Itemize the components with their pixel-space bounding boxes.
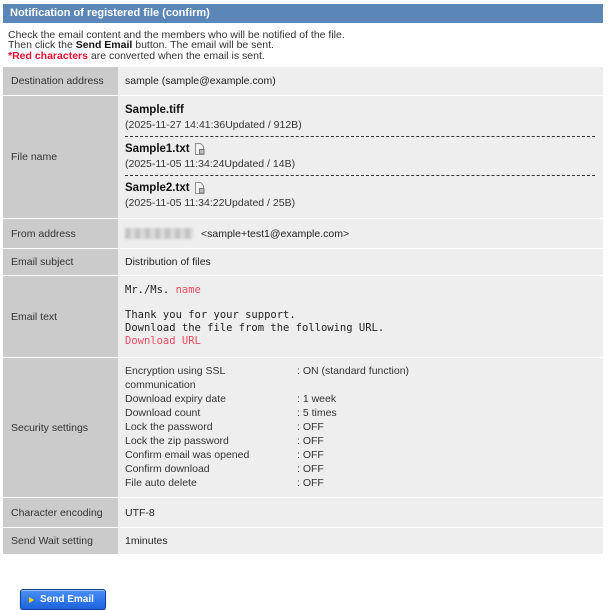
row-label: From address xyxy=(3,219,118,249)
row-from-address: From address <sample+test1@example.com> xyxy=(3,218,603,249)
file-item: Sample.tiff (2025-11-27 14:41:36Updated … xyxy=(125,98,595,136)
row-file-name: File name Sample.tiff (2025-11-27 14:41:… xyxy=(3,95,603,219)
send-wait-value: 1minutes xyxy=(118,528,603,555)
send-email-button-label: Send Email xyxy=(40,594,94,606)
file-name: Sample2.txt xyxy=(125,182,595,195)
row-label: Security settings xyxy=(3,358,118,498)
row-destination-address: Destination address sample (sample@examp… xyxy=(3,67,603,96)
row-label: Email subject xyxy=(3,249,118,276)
name-placeholder: name xyxy=(175,284,201,297)
security-settings-list: Encryption using SSL communicationON (st… xyxy=(118,358,603,498)
play-arrow-icon xyxy=(29,596,34,603)
destination-address-value: sample (sample@example.com) xyxy=(118,67,603,96)
row-label: Destination address xyxy=(3,67,118,96)
redacted-sender-name xyxy=(125,228,193,240)
file-meta: (2025-11-05 11:34:24Updated / 14B) xyxy=(125,158,296,171)
file-meta: (2025-11-05 11:34:22Updated / 25B) xyxy=(125,197,296,210)
row-character-encoding: Character encoding UTF-8 xyxy=(3,497,603,528)
row-security-settings: Security settings Encryption using SSL c… xyxy=(3,357,603,498)
email-text-value: Mr./Ms. name Thank you for your support.… xyxy=(118,276,603,358)
row-send-wait-setting: Send Wait setting 1minutes xyxy=(3,527,603,555)
from-address-value: <sample+test1@example.com> xyxy=(118,219,603,249)
page-title: Notification of registered file (confirm… xyxy=(3,4,603,23)
row-label: Character encoding xyxy=(3,498,118,528)
confirmation-table: Destination address sample (sample@examp… xyxy=(3,67,603,555)
locked-file-icon xyxy=(194,143,205,156)
row-label: File name xyxy=(3,96,118,219)
character-encoding-value: UTF-8 xyxy=(118,498,603,528)
file-meta: (2025-11-27 14:41:36Updated / 912B) xyxy=(125,119,302,132)
row-email-subject: Email subject Distribution of files xyxy=(3,248,603,276)
row-label: Email text xyxy=(3,276,118,358)
page: Notification of registered file (confirm… xyxy=(0,0,611,610)
locked-file-icon xyxy=(194,182,205,195)
security-setting: File auto deleteOFF xyxy=(125,476,595,490)
file-item: Sample1.txt (2025-11-05 11:34:24Updated … xyxy=(125,136,595,175)
security-setting: Confirm downloadOFF xyxy=(125,462,595,476)
security-setting: Download count5 times xyxy=(125,406,595,420)
intro-text: Check the email content and the members … xyxy=(8,30,603,61)
security-setting: Lock the zip passwordOFF xyxy=(125,434,595,448)
red-characters-note: *Red characters xyxy=(8,49,88,62)
security-setting: Download expiry date1 week xyxy=(125,392,595,406)
download-url-placeholder: Download URL xyxy=(125,335,201,348)
intro-line-3: *Red characters are converted when the e… xyxy=(8,49,265,62)
email-body-line: Thank you for your support. xyxy=(125,309,296,322)
email-body-line: Download the file from the following URL… xyxy=(125,322,385,335)
row-email-text: Email text Mr./Ms. name Thank you for yo… xyxy=(3,275,603,358)
security-setting: Lock the passwordOFF xyxy=(125,420,595,434)
security-setting: Encryption using SSL communicationON (st… xyxy=(125,364,595,392)
file-list: Sample.tiff (2025-11-27 14:41:36Updated … xyxy=(118,96,603,219)
security-setting: Confirm email was openedOFF xyxy=(125,448,595,462)
send-email-button[interactable]: Send Email xyxy=(20,589,106,610)
file-name: Sample.tiff xyxy=(125,104,184,117)
row-label: Send Wait setting xyxy=(3,528,118,555)
file-item: Sample2.txt (2025-11-05 11:34:22Updated … xyxy=(125,175,595,214)
email-greeting: Mr./Ms. name xyxy=(125,284,201,297)
email-subject-value: Distribution of files xyxy=(118,249,603,276)
file-name: Sample1.txt xyxy=(125,143,595,156)
